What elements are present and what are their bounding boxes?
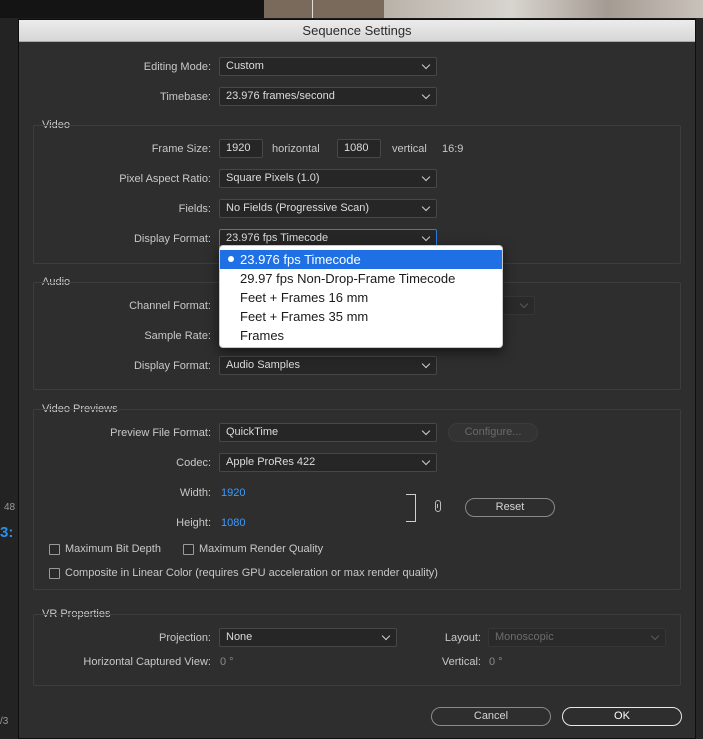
dropdown-option-label: Feet + Frames 35 mm [240,309,369,324]
max-bit-depth-checkbox[interactable] [49,544,60,555]
codec-label: Codec: [176,457,211,469]
background-program-monitor [384,0,703,18]
selected-dot-icon [228,256,234,262]
projection-value: None [226,631,253,643]
frame-height-input[interactable]: 1080 [337,139,381,158]
editing-mode-label: Editing Mode: [143,61,211,73]
background-thumbnail [264,0,384,18]
sample-rate-label: Sample Rate: [144,330,211,342]
display-format-dropdown-menu: 23.976 fps Timecode 29.97 fps Non-Drop-Fr… [219,245,503,348]
codec-value: Apple ProRes 422 [226,456,316,468]
horizontal-captured-view-value[interactable]: 0 ° [220,656,234,668]
chevron-down-icon [421,60,431,70]
video-display-format-value: 23.976 fps Timecode [226,232,329,244]
chevron-down-icon [421,426,431,436]
projection-label: Projection: [159,632,211,644]
chevron-down-icon [421,456,431,466]
audio-display-format-label: Display Format: [133,360,211,372]
dropdown-option-label: 23.976 fps Timecode [240,252,361,267]
fields-select[interactable]: No Fields (Progressive Scan) [219,199,437,218]
layout-label: Layout: [444,632,481,644]
preview-width-value[interactable]: 1920 [221,487,245,499]
video-display-format-label: Display Format: [133,233,211,245]
layout-select[interactable]: Monoscopic [488,628,666,647]
audio-display-format-select[interactable]: Audio Samples [219,356,437,375]
background-page-count: /3 [0,716,9,727]
timebase-select[interactable]: 23.976 frames/second [219,87,437,106]
audio-display-format-value: Audio Samples [226,359,300,371]
projection-select[interactable]: None [219,628,397,647]
dropdown-option-label: 29.97 fps Non-Drop-Frame Timecode [240,271,456,286]
chevron-down-icon [519,299,529,309]
codec-select[interactable]: Apple ProRes 422 [219,453,437,472]
sequence-settings-dialog: Sequence Settings Editing Mode: Custom T… [18,19,696,739]
chevron-down-icon [421,90,431,100]
horizontal-label: horizontal [272,143,320,155]
link-icon[interactable] [435,500,441,512]
dropdown-option[interactable]: Frames [220,326,502,345]
background-number: 48 [4,502,16,513]
fields-value: No Fields (Progressive Scan) [226,202,370,214]
dropdown-options: 23.976 fps Timecode 29.97 fps Non-Drop-Fr… [220,250,502,345]
timebase-value: 23.976 frames/second [226,90,335,102]
max-render-quality-checkbox[interactable] [183,544,194,555]
pixel-aspect-value: Square Pixels (1.0) [226,172,320,184]
pixel-aspect-label: Pixel Aspect Ratio: [119,173,211,185]
linear-color-checkbox[interactable] [49,568,60,579]
aspect-ratio-text: 16:9 [442,143,464,155]
max-bit-depth-label: Maximum Bit Depth [65,543,161,555]
vertical-label: vertical [392,143,427,155]
editing-mode-value: Custom [226,60,264,72]
chevron-down-icon [421,232,431,242]
background-right-panel [696,18,703,739]
frame-width-input[interactable]: 1920 [219,139,263,158]
link-bracket [406,494,416,522]
reset-button[interactable]: Reset [465,498,555,517]
chevron-down-icon [421,202,431,212]
ok-button[interactable]: OK [562,707,682,726]
layout-value: Monoscopic [495,631,554,643]
preview-file-format-value: QuickTime [226,426,279,438]
dropdown-option[interactable]: Feet + Frames 35 mm [220,307,502,326]
chevron-down-icon [421,359,431,369]
vr-properties-group [33,614,681,686]
chevron-down-icon [381,631,391,641]
pixel-aspect-select[interactable]: Square Pixels (1.0) [219,169,437,188]
preview-width-label: Width: [179,487,211,499]
configure-button[interactable]: Configure... [448,423,538,442]
dropdown-option-label: Feet + Frames 16 mm [240,290,369,305]
preview-file-format-label: Preview File Format: [110,427,211,439]
channel-format-label: Channel Format: [129,300,211,312]
linear-color-label: Composite in Linear Color (requires GPU … [65,567,438,579]
dropdown-option[interactable]: 29.97 fps Non-Drop-Frame Timecode [220,269,502,288]
timebase-label: Timebase: [160,91,211,103]
dropdown-option[interactable]: Feet + Frames 16 mm [220,288,502,307]
dropdown-option-label: Frames [240,328,285,343]
preview-height-label: Height: [176,517,211,529]
horizontal-captured-view-label: Horizontal Captured View: [83,656,211,668]
chevron-down-icon [421,172,431,182]
vertical-view-label: Vertical: [441,656,481,668]
fields-label: Fields: [178,203,211,215]
max-render-quality-label: Maximum Render Quality [199,543,324,555]
dropdown-option[interactable]: 23.976 fps Timecode [220,250,502,269]
cancel-button[interactable]: Cancel [431,707,551,726]
editing-mode-select[interactable]: Custom [219,57,437,76]
preview-file-format-select[interactable]: QuickTime [219,423,437,442]
vertical-view-value[interactable]: 0 ° [489,656,503,668]
preview-height-value[interactable]: 1080 [221,517,245,529]
dialog-title: Sequence Settings [19,20,695,42]
background-left-panel [0,18,18,739]
background-timecode: 3: [0,524,14,541]
frame-size-label: Frame Size: [151,143,211,155]
chevron-down-icon [650,631,660,641]
